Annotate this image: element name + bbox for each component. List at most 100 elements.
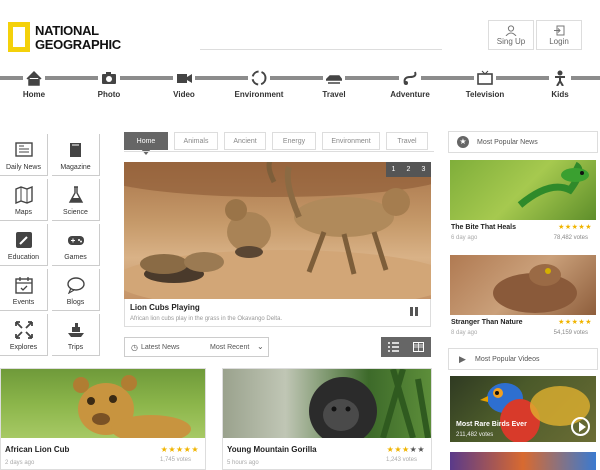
camera-icon [98, 70, 120, 87]
recycle-icon [248, 70, 270, 87]
play-icon[interactable] [571, 417, 590, 436]
grid-view-icon[interactable] [413, 342, 424, 352]
video-title[interactable]: Most Rare Birds Ever [456, 421, 527, 428]
hero-page-1[interactable]: 1 [386, 162, 401, 177]
nat-geo-logo[interactable]: NATIONAL GEOGRAPHIC [8, 22, 121, 54]
map-icon [14, 186, 33, 204]
sidebar-item-maps[interactable]: Maps [0, 179, 48, 221]
rating-stars: ★★★★★ [386, 445, 425, 454]
vote-count: 1,243 votes [385, 457, 417, 463]
sidebar-item-blogs[interactable]: Blogs [52, 269, 100, 311]
rope-icon [399, 70, 421, 87]
toad-photo [450, 255, 596, 315]
tab-ancient[interactable]: Ancient [224, 132, 266, 150]
signup-button[interactable]: Sing Up [488, 20, 534, 50]
tab-energy[interactable]: Energy [272, 132, 316, 150]
nav-item-travel[interactable]: Travel [302, 70, 366, 99]
news-filter[interactable]: ◷ Latest News Most Recent ⌄ [124, 337, 269, 357]
nav-label: Television [465, 90, 505, 99]
news-title[interactable]: The Bite That Heals [451, 224, 516, 231]
lion-cub-photo [1, 369, 205, 443]
hero-title[interactable]: Lion Cubs Playing [130, 303, 200, 312]
card-gorilla[interactable]: Young Mountain Gorilla ★★★★★ 1,243 votes… [222, 368, 432, 470]
comment-icon [66, 277, 85, 294]
nav-item-environment[interactable]: Environment [227, 70, 291, 99]
tab-home[interactable]: Home [124, 132, 168, 155]
list-view-icon[interactable] [388, 342, 399, 352]
nav-label: Kids [551, 90, 569, 99]
tab-environment[interactable]: Environment [322, 132, 380, 150]
nav-item-home[interactable]: Home [2, 70, 66, 99]
tab-animals[interactable]: Animals [174, 132, 218, 150]
news-item[interactable]: Stranger Than Nature ★★★★★ 8 day ago 54,… [450, 255, 596, 341]
header-divider [200, 49, 442, 50]
logo-line2: GEOGRAPHIC [35, 37, 121, 52]
sidebar-item-label: Daily News [5, 164, 41, 171]
news-item[interactable]: The Bite That Heals ★★★★★ 6 day ago 78,4… [450, 160, 596, 246]
login-label: Login [549, 37, 569, 46]
login-button[interactable]: Login [536, 20, 582, 50]
tab-travel[interactable]: Travel [386, 132, 428, 150]
flask-icon [68, 186, 83, 203]
news-time: 6 day ago [451, 235, 478, 241]
rating-stars: ★★★★★ [558, 224, 592, 231]
sidebar-item-games[interactable]: Games [52, 224, 100, 266]
sidebar-item-explores[interactable]: Explores [0, 314, 48, 356]
sidebar-item-label: Explores [9, 344, 38, 351]
video-camera-icon [173, 70, 195, 87]
sidebar-grid: Daily News Magazine Maps Science Education Ga… [0, 134, 104, 356]
rating-stars: ★★★★★ [558, 319, 592, 326]
nav-item-television[interactable]: Television [453, 70, 517, 99]
sidebar-item-events[interactable]: Events [0, 269, 48, 311]
child-icon [549, 70, 571, 87]
card-lion-cub[interactable]: African Lion Cub ★★★★★ 1,745 votes 2 day… [0, 368, 206, 470]
tabs-divider [124, 151, 434, 152]
sidebar-item-magazine[interactable]: Magazine [52, 134, 100, 176]
cheetah-cubs-photo [124, 162, 431, 299]
gorilla-photo [223, 369, 431, 445]
pause-icon[interactable] [410, 307, 418, 316]
video-item[interactable]: Most Rare Birds Ever 211,482 votes [450, 376, 596, 442]
signup-label: Sing Up [496, 37, 526, 46]
home-icon [23, 70, 45, 87]
news-time: 8 day ago [451, 330, 478, 336]
hero-subtitle: African lion cubs play in the grass in t… [130, 316, 283, 322]
nav-item-photo[interactable]: Photo [77, 70, 141, 99]
nav-label: Travel [322, 90, 346, 99]
vote-count: 78,482 votes [553, 235, 588, 241]
nav-label: Video [173, 90, 195, 99]
sidebar-item-label: Education [7, 254, 40, 261]
star-icon: ★ [457, 136, 469, 148]
popular-videos-header: ▶ Most Popular Videos [448, 348, 598, 370]
sidebar-item-science[interactable]: Science [52, 179, 100, 221]
nav-item-adventure[interactable]: Adventure [378, 70, 442, 99]
view-toggle [381, 337, 431, 357]
nav-label: Home [22, 90, 46, 99]
popular-news-title: Most Popular News [477, 139, 538, 146]
news-title[interactable]: Stranger Than Nature [451, 319, 523, 326]
sidebar-item-education[interactable]: Education [0, 224, 48, 266]
vote-count: 54,159 votes [553, 330, 588, 336]
nav-item-kids[interactable]: Kids [528, 70, 592, 99]
sidebar-item-trips[interactable]: Trips [52, 314, 100, 356]
card-title[interactable]: African Lion Cub [5, 445, 69, 454]
ship-icon [67, 323, 84, 337]
card-title[interactable]: Young Mountain Gorilla [227, 445, 317, 454]
arrows-icon [14, 321, 33, 339]
hero-image[interactable]: 1 2 3 [124, 162, 431, 299]
snake-photo [450, 160, 596, 220]
newspaper-icon [14, 142, 33, 157]
pencil-icon [15, 232, 32, 248]
sidebar-item-label: Trips [67, 344, 84, 351]
hero-page-3[interactable]: 3 [416, 162, 431, 177]
nav-item-video[interactable]: Video [152, 70, 216, 99]
tv-icon [474, 70, 496, 87]
chevron-down-icon[interactable]: ⌄ [257, 342, 264, 351]
video-votes: 211,482 votes [456, 432, 494, 438]
next-video-thumbnail[interactable] [450, 452, 596, 470]
sort-select[interactable]: Most Recent [210, 344, 249, 351]
sidebar-item-daily-news[interactable]: Daily News [0, 134, 48, 176]
sidebar-item-label: Magazine [60, 164, 91, 171]
logo-frame-icon [8, 22, 30, 52]
hero-page-2[interactable]: 2 [401, 162, 416, 177]
